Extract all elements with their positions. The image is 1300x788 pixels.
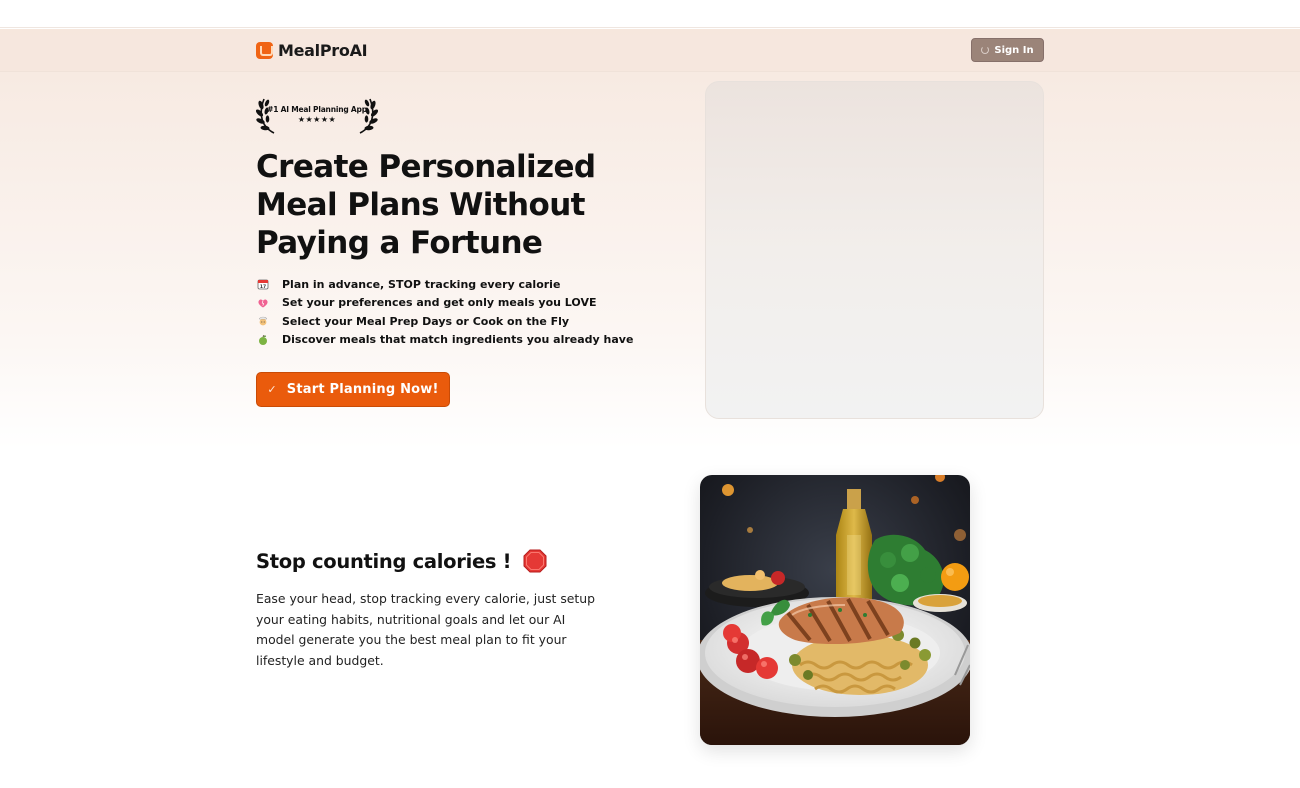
svg-text:17: 17 [260, 284, 266, 290]
logo-text: MealProAI [278, 41, 368, 60]
feature-item: Select your Meal Prep Days or Cook on th… [256, 312, 633, 331]
feature-item: Set your preferences and get only meals … [256, 294, 633, 313]
feature-item: Discover meals that match ingredients yo… [256, 331, 633, 350]
navbar [0, 29, 1300, 72]
check-icon: ✓ [267, 383, 277, 396]
section-title-text: Stop counting calories ! [256, 549, 512, 573]
cook-icon [256, 314, 270, 328]
start-planning-label: Start Planning Now! [286, 382, 439, 397]
badge-stars: ★★★★★ [297, 115, 337, 124]
meal-illustration [700, 475, 970, 745]
sign-in-label: Sign In [994, 44, 1034, 56]
hero-headline: Create Personalized Meal Plans Without P… [256, 149, 596, 261]
feature-text: Plan in advance, STOP tracking every cal… [282, 277, 561, 291]
logo[interactable]: MealProAI [256, 41, 368, 60]
feature-item: 17 Plan in advance, STOP tracking every … [256, 275, 633, 294]
heart-icon [256, 296, 270, 310]
loading-spinner-icon [981, 46, 990, 54]
logo-icon [256, 42, 273, 59]
section-body: Ease your head, stop tracking every calo… [256, 591, 595, 668]
browser-top-strip [0, 0, 1300, 28]
feature-text: Discover meals that match ingredients yo… [282, 333, 634, 347]
apple-icon [256, 333, 270, 347]
feature-text: Set your preferences and get only meals … [282, 296, 597, 310]
meal-photo [700, 475, 970, 745]
badge-title: #1 AI Meal Planning App [267, 105, 367, 114]
sign-in-button[interactable]: Sign In [971, 38, 1044, 62]
calendar-icon: 17 [256, 277, 270, 291]
feature-text: Select your Meal Prep Days or Cook on th… [282, 314, 570, 328]
hero-background [0, 29, 1300, 449]
stop-sign-icon [523, 549, 547, 573]
hero-media-placeholder[interactable] [705, 81, 1044, 419]
feature-list: 17 Plan in advance, STOP tracking every … [256, 275, 633, 349]
section-heading: Stop counting calories ! [256, 549, 547, 573]
award-badge: #1 AI Meal Planning App ★★★★★ [256, 95, 378, 135]
start-planning-button[interactable]: ✓ Start Planning Now! [256, 372, 450, 407]
